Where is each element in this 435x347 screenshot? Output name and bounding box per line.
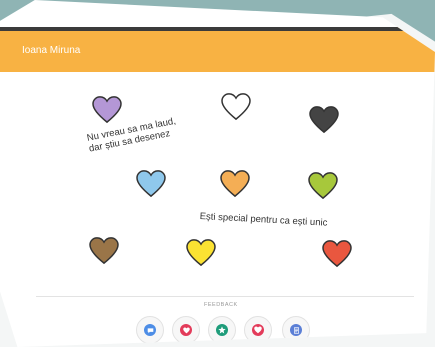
heart-icon-white[interactable] bbox=[221, 93, 251, 121]
feedback-divider bbox=[36, 296, 414, 297]
heart-icon-lime[interactable] bbox=[308, 172, 338, 200]
app-bar: Ioana Miruna bbox=[0, 27, 435, 72]
star-icon bbox=[216, 324, 228, 336]
heart-icon-black[interactable] bbox=[309, 106, 339, 134]
heart-icon-orange[interactable] bbox=[220, 170, 250, 198]
feedback-like-button[interactable] bbox=[172, 316, 200, 344]
heart-filled-icon bbox=[252, 324, 264, 336]
feedback-label: FEEDBACK bbox=[204, 302, 238, 308]
heart-icon-brown[interactable] bbox=[89, 237, 119, 265]
heart-icon-light-blue[interactable] bbox=[136, 170, 166, 198]
heart-icon-red[interactable] bbox=[322, 240, 352, 268]
app-screen: Ioana Miruna Nu vreau sa ma laud, dar ști… bbox=[0, 0, 435, 347]
caption-unique: Ești special pentru ca ești unic bbox=[199, 211, 328, 229]
app-title: Ioana Miruna bbox=[22, 45, 81, 56]
document-icon bbox=[290, 324, 302, 336]
heart-icon bbox=[180, 324, 192, 336]
heart-icon-purple[interactable] bbox=[92, 96, 122, 124]
heart-icon-yellow[interactable] bbox=[186, 239, 216, 267]
chat-icon bbox=[144, 324, 156, 336]
feedback-chat-button[interactable] bbox=[136, 316, 164, 344]
